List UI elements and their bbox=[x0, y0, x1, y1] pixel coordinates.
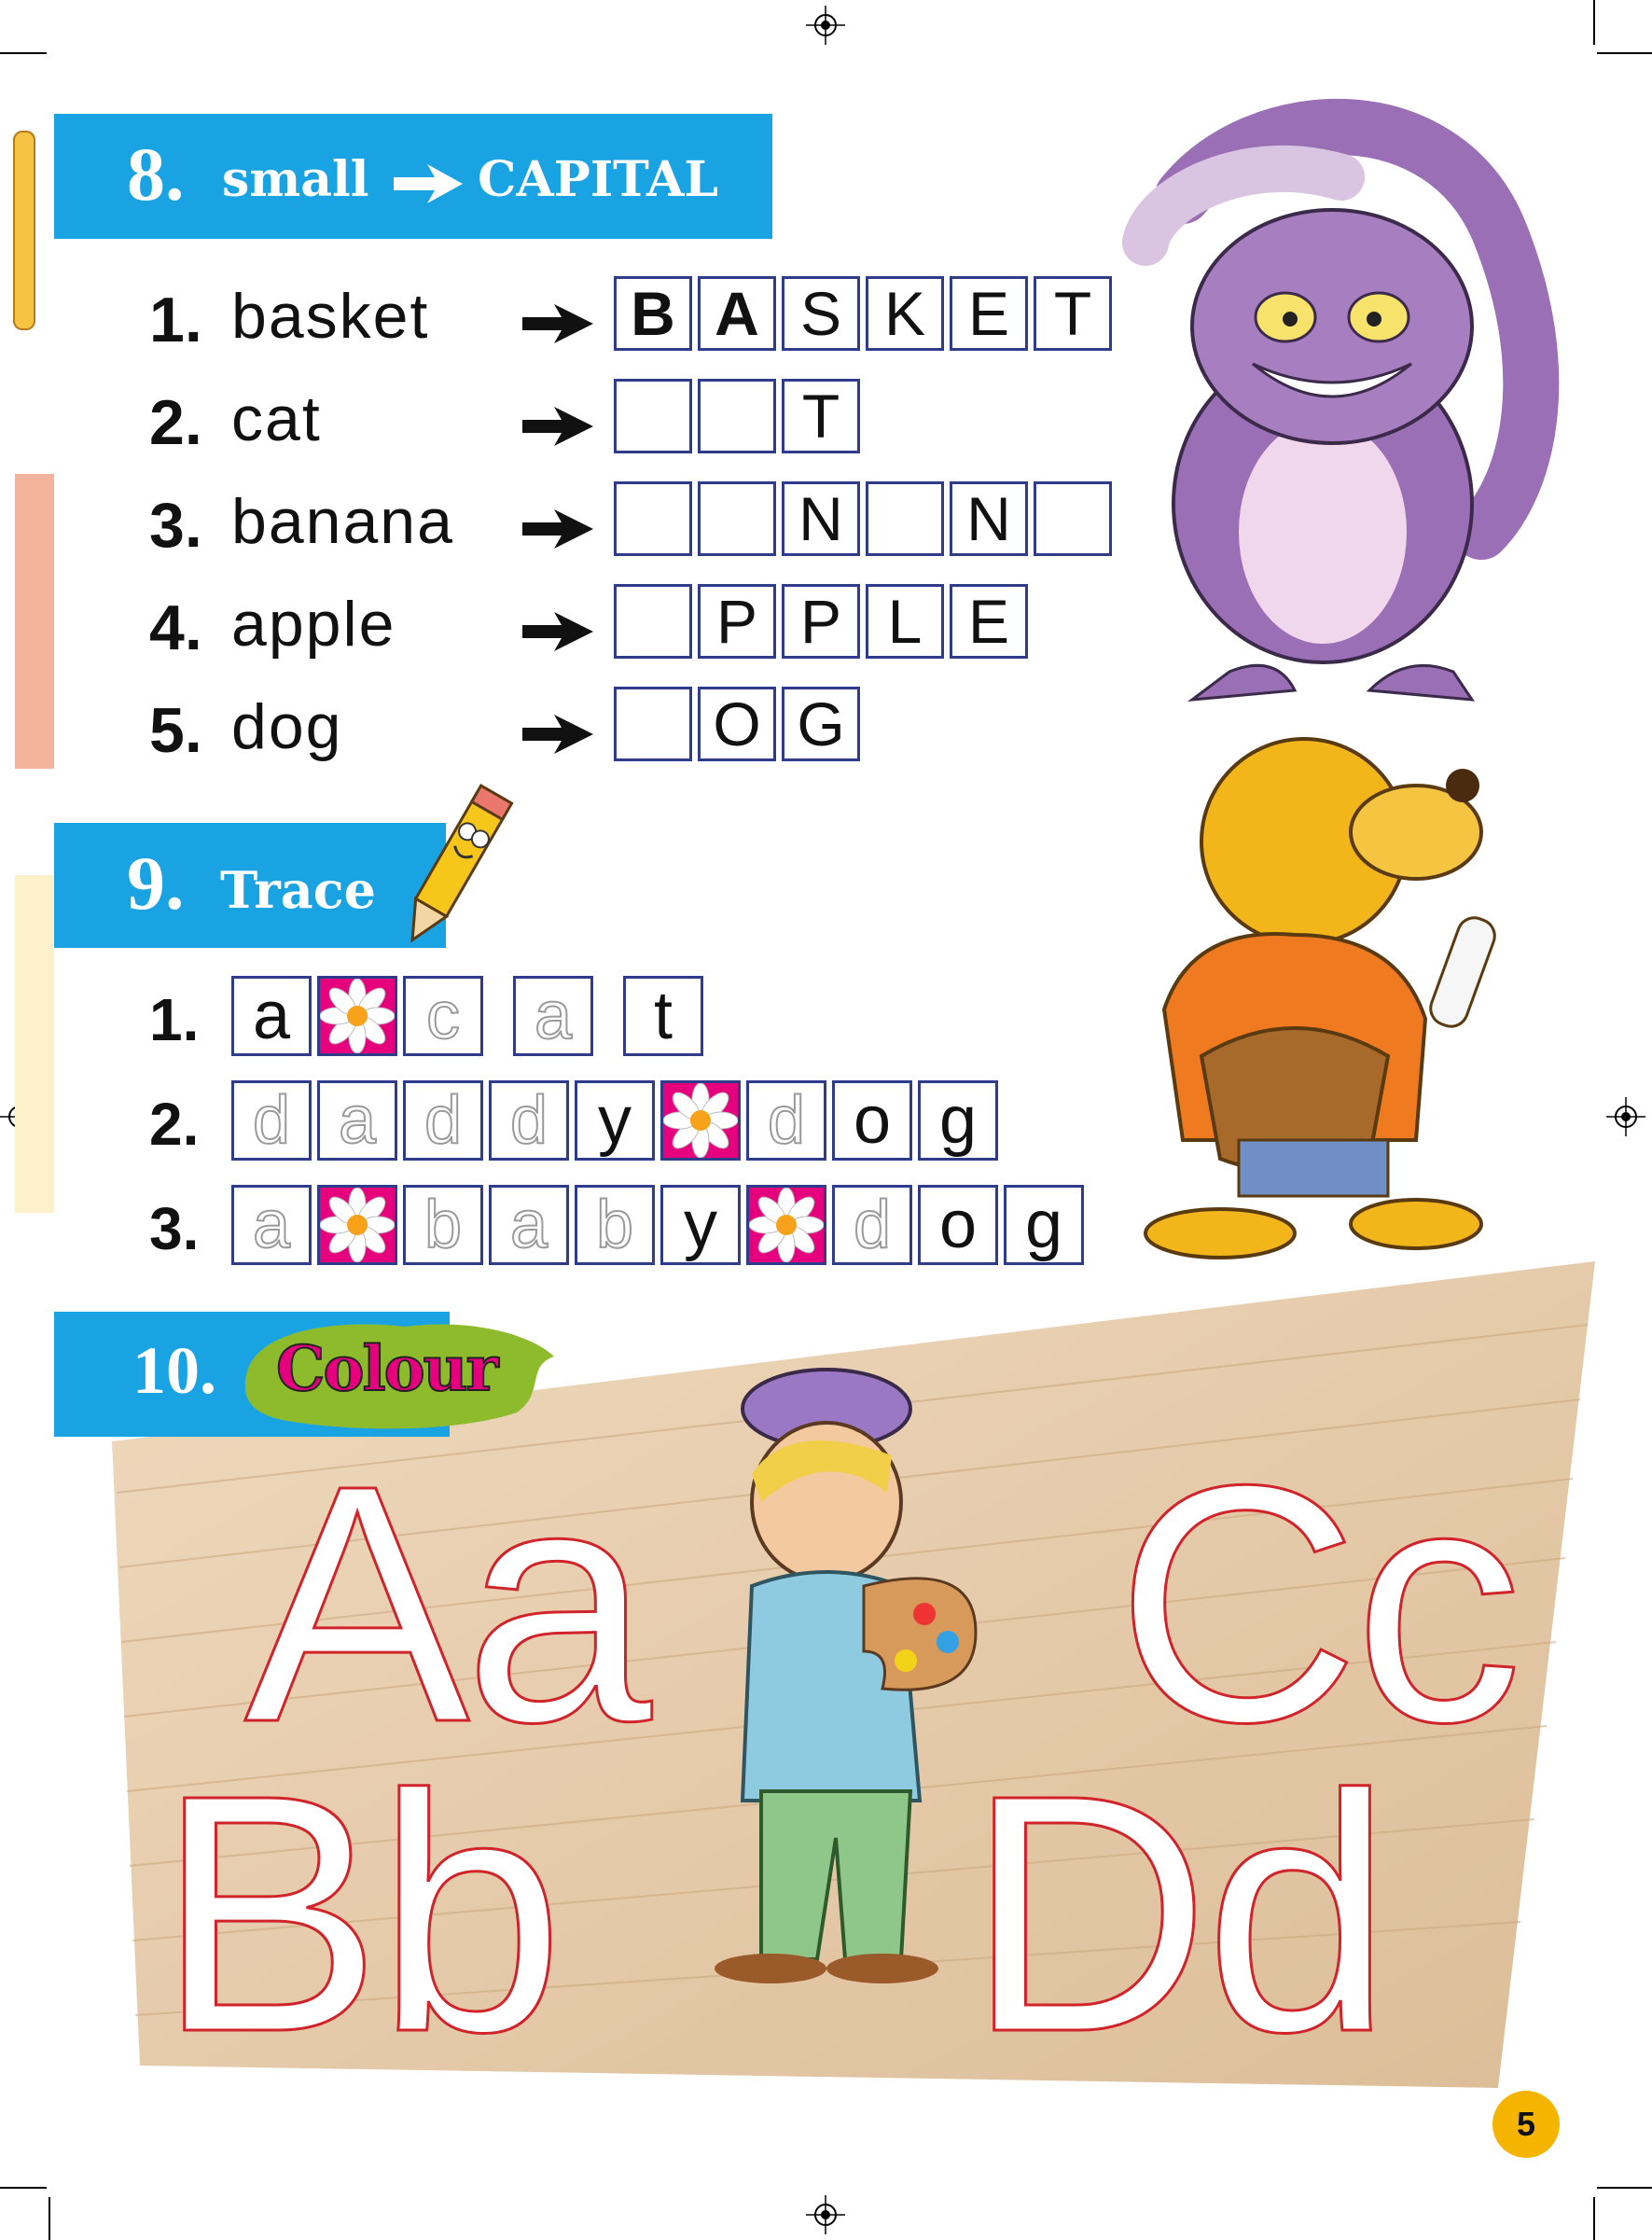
painter-boy-illustration bbox=[715, 1368, 978, 1983]
trace-letters-dd: Dd bbox=[965, 1724, 1395, 2102]
trace-letters-aa: Aa bbox=[243, 1414, 654, 1792]
trace-letters-bb: Bb bbox=[156, 1724, 566, 2102]
ex10-number: 10. bbox=[132, 1333, 216, 1408]
trace-letters-cc: Cc bbox=[1114, 1414, 1523, 1792]
page-number: 5 bbox=[1492, 2091, 1560, 2158]
ex10-title: Colour bbox=[275, 1331, 499, 1406]
